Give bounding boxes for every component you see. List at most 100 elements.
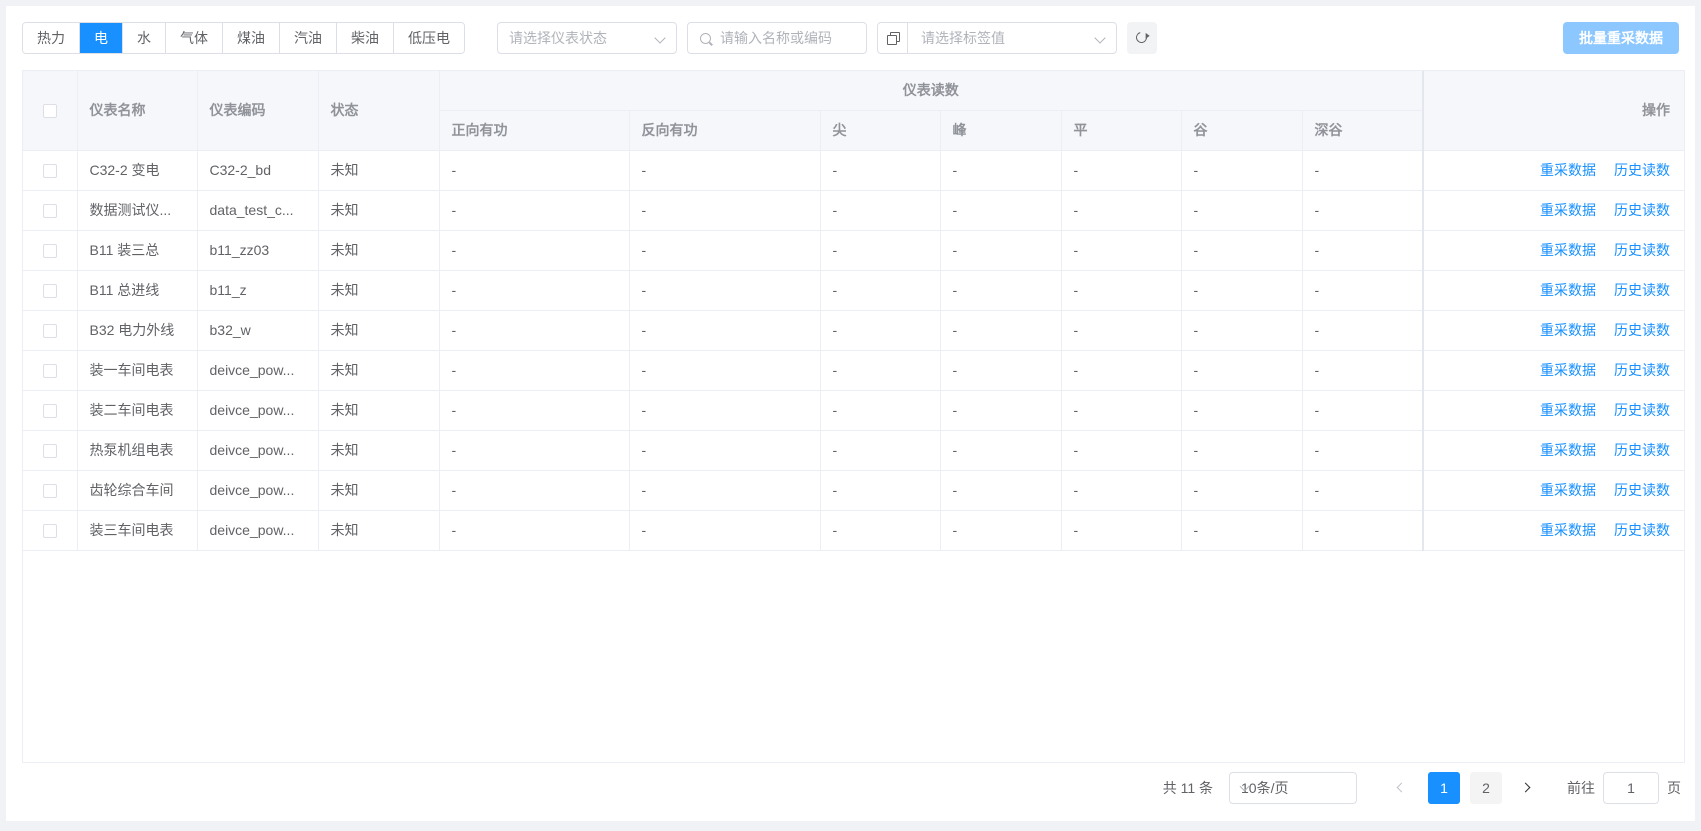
page-number-button[interactable]: 1 — [1428, 772, 1460, 804]
row-checkbox[interactable] — [42, 444, 57, 459]
cell-valley: - — [1181, 310, 1303, 351]
recollect-link[interactable]: 重采数据 — [1540, 242, 1596, 258]
recollect-link[interactable]: 重采数据 — [1540, 442, 1596, 458]
status-select-placeholder: 请选择仪表状态 — [509, 30, 607, 46]
batch-recollect-button[interactable]: 批量重采数据 — [1563, 22, 1679, 54]
energy-tab[interactable]: 柴油 — [337, 23, 394, 53]
history-link[interactable]: 历史读数 — [1614, 442, 1670, 458]
cell-name: 装一车间电表 — [77, 350, 198, 391]
row-checkbox[interactable] — [42, 484, 57, 499]
recollect-link[interactable]: 重采数据 — [1540, 362, 1596, 378]
row-select-cell — [23, 150, 78, 191]
recollect-link[interactable]: 重采数据 — [1540, 162, 1596, 178]
recollect-link[interactable]: 重采数据 — [1540, 402, 1596, 418]
recollect-link[interactable]: 重采数据 — [1540, 322, 1596, 338]
page-number-list: 12 — [1423, 772, 1507, 804]
cell-ops: 重采数据 历史读数 — [1422, 390, 1685, 431]
row-checkbox[interactable] — [42, 164, 57, 179]
cell-valley: - — [1181, 150, 1303, 191]
recollect-link[interactable]: 重采数据 — [1540, 202, 1596, 218]
row-checkbox[interactable] — [42, 324, 57, 339]
status-select[interactable]: 请选择仪表状态 — [497, 22, 677, 54]
cell-reverse: - — [629, 150, 821, 191]
history-link[interactable]: 历史读数 — [1614, 402, 1670, 418]
row-checkbox[interactable] — [42, 364, 57, 379]
history-link[interactable]: 历史读数 — [1614, 282, 1670, 298]
search-icon — [700, 33, 711, 44]
cell-name: 齿轮综合车间 — [77, 470, 198, 511]
history-link[interactable]: 历史读数 — [1614, 362, 1670, 378]
page-number-button[interactable]: 2 — [1470, 772, 1502, 804]
history-link[interactable]: 历史读数 — [1614, 522, 1670, 538]
cell-sharp: - — [820, 350, 941, 391]
copy-icon — [887, 32, 900, 45]
next-page-button[interactable] — [1513, 773, 1543, 803]
row-select-cell — [23, 350, 78, 391]
search-input[interactable] — [720, 23, 860, 53]
cell-code: deivce_pow... — [197, 470, 319, 511]
cell-forward: - — [439, 350, 630, 391]
energy-tab[interactable]: 气体 — [166, 23, 223, 53]
prev-page-button[interactable] — [1387, 773, 1417, 803]
cell-code: deivce_pow... — [197, 390, 319, 431]
table-row: B11 总进线 b11_z 未知 - - - - - - - 重采数据 历史读数 — [23, 270, 1685, 311]
row-checkbox[interactable] — [42, 204, 57, 219]
row-checkbox[interactable] — [42, 404, 57, 419]
page-size-value: 10条/页 — [1241, 780, 1289, 796]
cell-valley: - — [1181, 190, 1303, 231]
cell-forward: - — [439, 230, 630, 271]
cell-ops: 重采数据 历史读数 — [1422, 470, 1685, 511]
row-select-cell — [23, 510, 78, 551]
energy-tab[interactable]: 热力 — [23, 23, 80, 53]
cell-flat: - — [1061, 430, 1182, 471]
cell-forward: - — [439, 310, 630, 351]
cell-flat: - — [1061, 150, 1182, 191]
history-link[interactable]: 历史读数 — [1614, 482, 1670, 498]
row-checkbox[interactable] — [42, 284, 57, 299]
tag-select-prefix[interactable] — [878, 23, 908, 53]
table-row: B32 电力外线 b32_w 未知 - - - - - - - 重采数据 历史读数 — [23, 310, 1685, 351]
cell-deep-valley: - — [1302, 190, 1424, 231]
header-sharp: 尖 — [820, 110, 941, 151]
header-deep-valley: 深谷 — [1302, 110, 1424, 151]
recollect-link[interactable]: 重采数据 — [1540, 282, 1596, 298]
cell-peak: - — [940, 470, 1062, 511]
cell-sharp: - — [820, 510, 941, 551]
energy-tab[interactable]: 水 — [123, 23, 166, 53]
row-checkbox[interactable] — [42, 524, 57, 539]
energy-tab[interactable]: 电 — [80, 23, 123, 53]
header-valley: 谷 — [1181, 110, 1303, 151]
cell-sharp: - — [820, 230, 941, 271]
cell-flat: - — [1061, 350, 1182, 391]
recollect-link[interactable]: 重采数据 — [1540, 522, 1596, 538]
recollect-link[interactable]: 重采数据 — [1540, 482, 1596, 498]
header-code: 仪表编码 — [197, 71, 319, 151]
table-row: B11 装三总 b11_zz03 未知 - - - - - - - 重采数据 历史读数 — [23, 230, 1685, 271]
history-link[interactable]: 历史读数 — [1614, 322, 1670, 338]
history-link[interactable]: 历史读数 — [1614, 242, 1670, 258]
history-link[interactable]: 历史读数 — [1614, 162, 1670, 178]
tag-select[interactable]: 请选择标签值 — [877, 22, 1117, 54]
table-row: 装二车间电表 deivce_pow... 未知 - - - - - - - 重采数据 历史读数 — [23, 390, 1685, 431]
meter-table: 仪表名称 仪表编码 状态 仪表读数 操作 正向有功 反向有功 尖 峰 平 谷 深… — [22, 70, 1685, 763]
goto-label: 前往 — [1567, 780, 1595, 796]
energy-tab[interactable]: 汽油 — [280, 23, 337, 53]
page-size-select[interactable]: 10条/页 — [1229, 772, 1357, 804]
cell-forward: - — [439, 470, 630, 511]
cell-reverse: - — [629, 430, 821, 471]
select-all-checkbox[interactable] — [42, 104, 57, 119]
cell-valley: - — [1181, 430, 1303, 471]
history-link[interactable]: 历史读数 — [1614, 202, 1670, 218]
cell-sharp: - — [820, 310, 941, 351]
energy-tab[interactable]: 低压电 — [394, 23, 464, 53]
row-checkbox[interactable] — [42, 244, 57, 259]
cell-ops: 重采数据 历史读数 — [1422, 430, 1685, 471]
search-box — [687, 22, 867, 54]
energy-tab[interactable]: 煤油 — [223, 23, 280, 53]
header-reverse-active: 反向有功 — [629, 110, 821, 151]
tag-select-placeholder: 请选择标签值 — [921, 30, 1005, 46]
goto-page-input[interactable] — [1603, 772, 1659, 804]
toolbar: 热力电水气体煤油汽油柴油低压电 请选择仪表状态 请选择标签值 批量重采数据 — [22, 22, 1679, 54]
cell-name: 装三车间电表 — [77, 510, 198, 551]
refresh-button[interactable] — [1127, 22, 1157, 54]
